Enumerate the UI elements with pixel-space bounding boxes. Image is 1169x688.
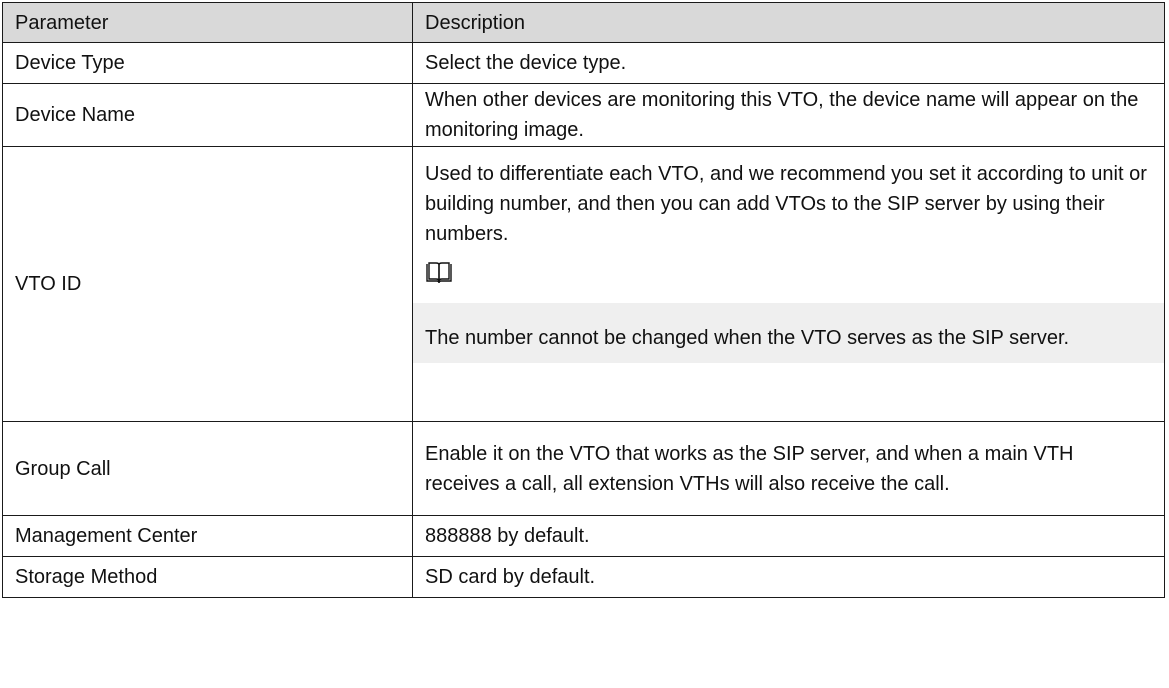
parameter-table: Parameter Description Device Type Select… xyxy=(2,2,1165,598)
desc-cell: 888888 by default. xyxy=(412,515,1165,557)
note-text: The number cannot be changed when the VT… xyxy=(425,327,1070,349)
note-icon-wrap xyxy=(425,255,1152,299)
param-cell: Device Type xyxy=(2,42,413,84)
desc-cell: Select the device type. xyxy=(412,42,1165,84)
header-parameter: Parameter xyxy=(2,2,413,43)
note-box: The number cannot be changed when the VT… xyxy=(413,303,1164,363)
table-row: Storage Method SD card by default. xyxy=(2,556,1165,598)
table-row: Device Type Select the device type. xyxy=(2,42,1165,84)
header-description: Description xyxy=(412,2,1165,43)
table-row: Group Call Enable it on the VTO that wor… xyxy=(2,421,1165,516)
book-note-icon xyxy=(425,261,453,294)
desc-cell: When other devices are monitoring this V… xyxy=(412,83,1165,147)
table-header-row: Parameter Description xyxy=(2,2,1165,43)
desc-cell: Used to differentiate each VTO, and we r… xyxy=(412,146,1165,422)
desc-cell: SD card by default. xyxy=(412,556,1165,598)
table-row: VTO ID Used to differentiate each VTO, a… xyxy=(2,146,1165,422)
table-row: Management Center 888888 by default. xyxy=(2,515,1165,557)
param-cell: VTO ID xyxy=(2,146,413,422)
param-cell: Management Center xyxy=(2,515,413,557)
table-row: Device Name When other devices are monit… xyxy=(2,83,1165,147)
param-cell: Group Call xyxy=(2,421,413,516)
param-cell: Device Name xyxy=(2,83,413,147)
desc-cell: Enable it on the VTO that works as the S… xyxy=(412,421,1165,516)
desc-text: Used to differentiate each VTO, and we r… xyxy=(425,163,1147,245)
param-cell: Storage Method xyxy=(2,556,413,598)
